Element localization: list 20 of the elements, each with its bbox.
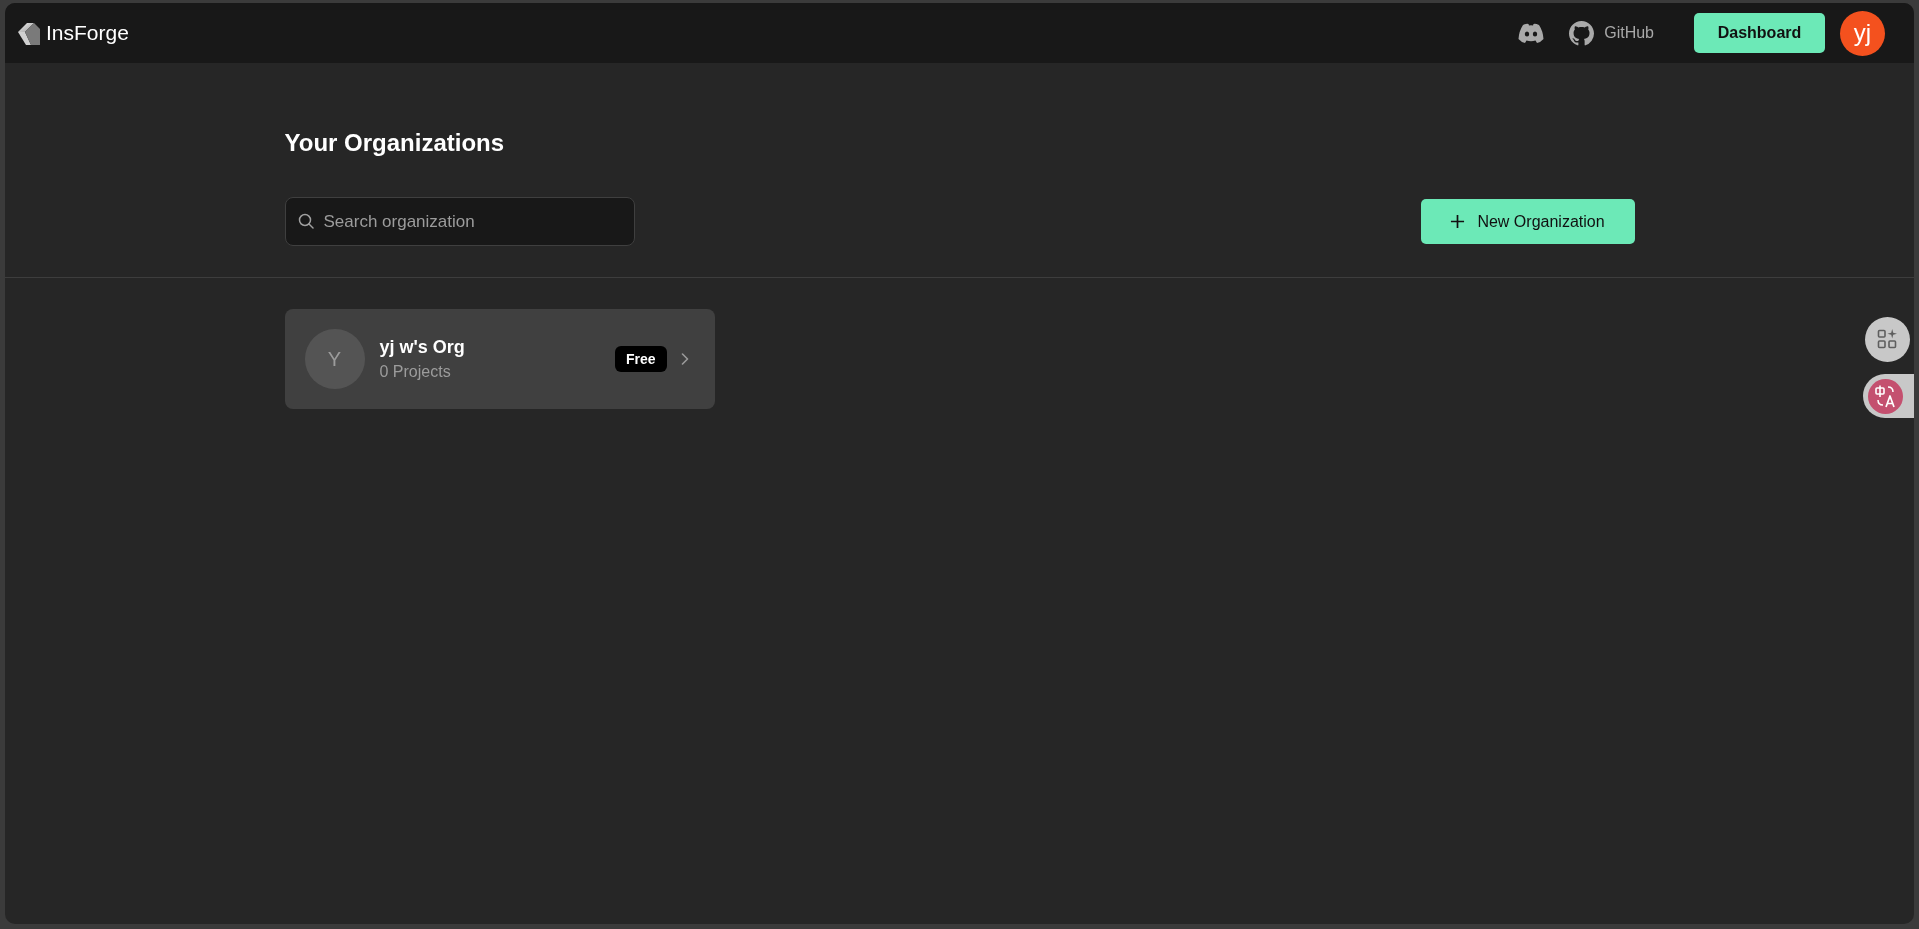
plus-icon [1450, 214, 1466, 229]
github-link[interactable]: GitHub [1569, 20, 1654, 46]
plan-badge: Free [614, 346, 667, 372]
chevron-right-icon [680, 353, 689, 365]
organization-name: yj w's Org [379, 337, 466, 358]
search-icon [297, 213, 314, 229]
dashboard-button[interactable]: Dashboard [1694, 13, 1825, 53]
project-count: 0 Projects [379, 363, 452, 381]
search-field[interactable]: Search organization [284, 197, 635, 246]
logo-text[interactable]: InsForge [46, 21, 129, 45]
new-organization-button[interactable]: New Organization [1420, 199, 1635, 244]
page-title: Your Organizations [284, 128, 505, 158]
org-avatar: Y [304, 329, 365, 389]
translate-tab[interactable] [1863, 374, 1914, 418]
discord-icon[interactable] [1518, 23, 1545, 43]
github-icon [1569, 20, 1595, 46]
logo-icon [18, 21, 40, 45]
organization-card[interactable]: Y yj w's Org 0 Projects Free [284, 309, 715, 409]
translate-icon [1868, 378, 1903, 414]
apps-icon[interactable] [1865, 317, 1910, 362]
